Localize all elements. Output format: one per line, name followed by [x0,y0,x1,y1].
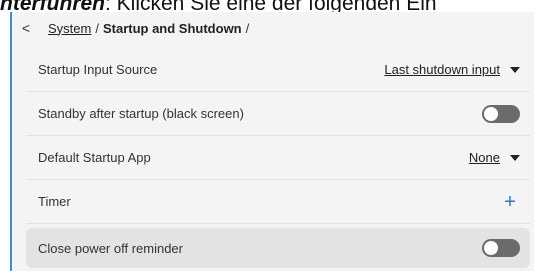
breadcrumb: < System / Startup and Shutdown / [12,12,534,44]
close-power-off-reminder-toggle[interactable] [482,239,520,257]
chevron-left-icon[interactable]: < [12,20,40,36]
breadcrumb-separator-trailing: / [245,20,250,36]
toggle-knob [484,106,498,121]
setting-row-default-startup-app[interactable]: Default Startup App None [26,136,530,180]
add-timer-plus-icon[interactable]: + [500,192,520,212]
breadcrumb-current-page: Startup and Shutdown [102,20,242,36]
startup-input-source-value: Last shutdown input [384,62,500,77]
breadcrumb-link-system[interactable]: System [48,21,91,36]
settings-screen: < System / Startup and Shutdown / Startu… [10,12,534,271]
default-startup-app-dropdown[interactable]: None [469,150,520,165]
setting-label-timer: Timer [38,194,71,209]
setting-label-standby-after-startup: Standby after startup (black screen) [38,106,244,121]
setting-row-startup-input-source[interactable]: Startup Input Source Last shutdown input [26,48,530,92]
standby-after-startup-toggle[interactable] [482,104,520,123]
setting-row-close-power-off-reminder[interactable]: Close power off reminder [26,228,530,268]
setting-label-default-startup-app: Default Startup App [38,150,151,165]
settings-list: Startup Input Source Last shutdown input… [26,48,530,268]
breadcrumb-separator: / [95,20,99,36]
toggle-knob [484,241,498,255]
setting-label-close-power-off-reminder: Close power off reminder [38,240,183,256]
default-startup-app-value: None [468,150,500,165]
setting-row-timer[interactable]: Timer + [26,180,530,224]
caret-down-icon [510,154,520,161]
setting-label-startup-input-source: Startup Input Source [38,62,158,77]
setting-row-standby-after-startup[interactable]: Standby after startup (black screen) [26,92,530,136]
startup-input-source-dropdown[interactable]: Last shutdown input [384,62,520,77]
caret-down-icon [510,66,520,73]
page-frame: hterführen: Klicken Sie eine der folgend… [0,0,534,271]
